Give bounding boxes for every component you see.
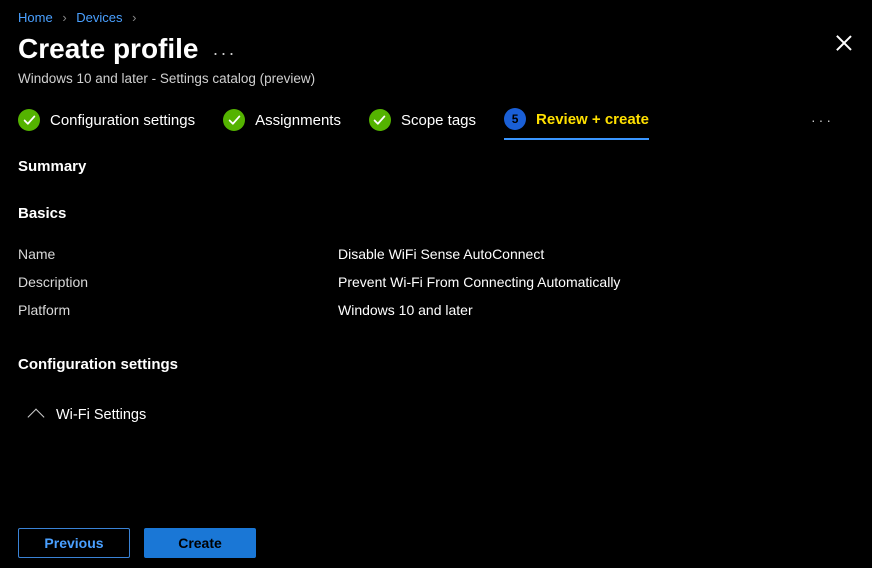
basics-heading: Basics bbox=[18, 205, 854, 222]
step-configuration-settings[interactable]: Configuration settings bbox=[18, 109, 195, 139]
summary-heading: Summary bbox=[18, 158, 854, 175]
page-title: Create profile bbox=[18, 33, 199, 65]
checkmark-icon bbox=[18, 109, 40, 131]
steps-more-button[interactable]: ··· bbox=[811, 112, 834, 136]
checkmark-icon bbox=[369, 109, 391, 131]
config-settings-heading: Configuration settings bbox=[18, 356, 854, 373]
page-subtitle: Windows 10 and later - Settings catalog … bbox=[0, 71, 872, 108]
step-number-icon: 5 bbox=[504, 108, 526, 130]
row-description: Description Prevent Wi-Fi From Connectin… bbox=[18, 268, 854, 296]
chevron-right-icon: › bbox=[132, 10, 136, 25]
more-actions-button[interactable]: ··· bbox=[213, 44, 237, 62]
chevron-right-icon: › bbox=[62, 10, 66, 25]
wizard-steps: Configuration settings Assignments Scope… bbox=[0, 108, 872, 154]
breadcrumb: Home › Devices › bbox=[0, 0, 872, 29]
value-description: Prevent Wi-Fi From Connecting Automatica… bbox=[338, 274, 620, 290]
checkmark-icon bbox=[223, 109, 245, 131]
previous-button[interactable]: Previous bbox=[18, 528, 130, 558]
footer-buttons: Previous Create bbox=[18, 528, 256, 558]
value-platform: Windows 10 and later bbox=[338, 302, 473, 318]
content: Summary Basics Name Disable WiFi Sense A… bbox=[0, 158, 872, 429]
breadcrumb-devices[interactable]: Devices bbox=[76, 10, 122, 25]
value-name: Disable WiFi Sense AutoConnect bbox=[338, 246, 544, 262]
step-label: Configuration settings bbox=[50, 112, 195, 129]
row-platform: Platform Windows 10 and later bbox=[18, 296, 854, 324]
label-description: Description bbox=[18, 274, 338, 290]
page-header: Create profile ··· bbox=[0, 29, 872, 71]
breadcrumb-home[interactable]: Home bbox=[18, 10, 53, 25]
chevron-up-icon bbox=[28, 409, 45, 426]
row-name: Name Disable WiFi Sense AutoConnect bbox=[18, 240, 854, 268]
accordion-wifi-settings[interactable]: Wi-Fi Settings bbox=[18, 401, 854, 429]
close-icon[interactable] bbox=[836, 35, 852, 51]
step-assignments[interactable]: Assignments bbox=[223, 109, 341, 139]
step-review-create[interactable]: 5 Review + create bbox=[504, 108, 649, 140]
step-label: Scope tags bbox=[401, 112, 476, 129]
step-label: Assignments bbox=[255, 112, 341, 129]
step-label: Review + create bbox=[536, 111, 649, 128]
create-button[interactable]: Create bbox=[144, 528, 256, 558]
label-platform: Platform bbox=[18, 302, 338, 318]
accordion-label: Wi-Fi Settings bbox=[56, 407, 146, 423]
label-name: Name bbox=[18, 246, 338, 262]
step-scope-tags[interactable]: Scope tags bbox=[369, 109, 476, 139]
